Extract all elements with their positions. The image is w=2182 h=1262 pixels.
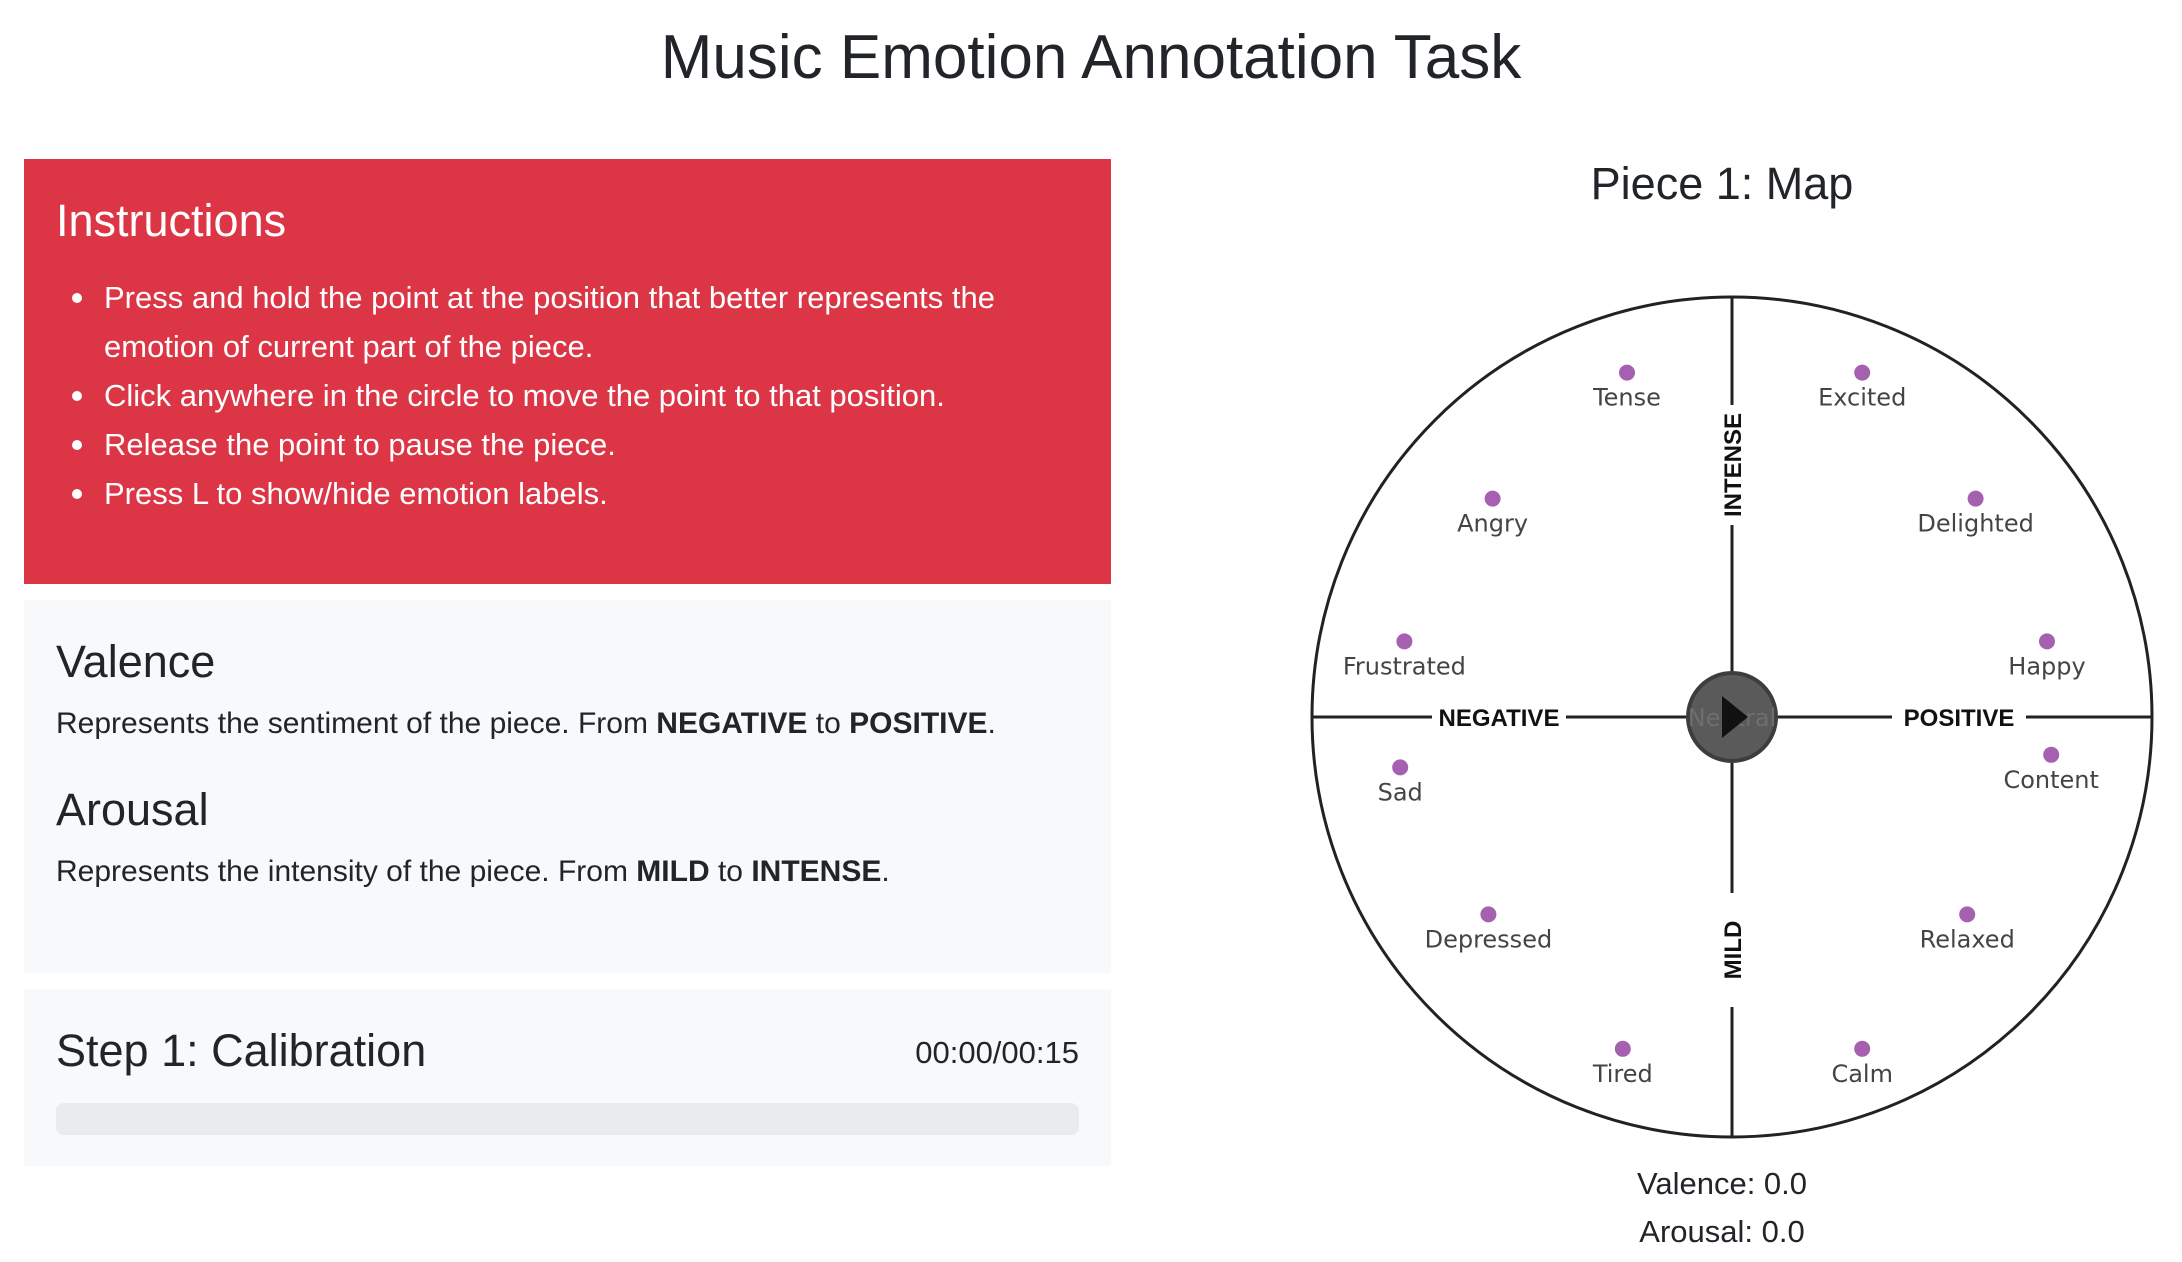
emotion-dot-depressed	[1480, 906, 1497, 923]
arousal-readout: Arousal: 0.0	[1639, 1214, 1805, 1249]
emotion-label-tense: Tense	[1592, 384, 1661, 412]
page-title: Music Emotion Annotation Task	[660, 23, 1522, 92]
emotion-label-sad: Sad	[1378, 778, 1423, 806]
emotion-dot-delighted	[1967, 490, 1984, 507]
emotion-circle-map[interactable]: NEGATIVE POSITIVE INTENSE MILD Tense Exci…	[1290, 275, 2174, 1159]
instructions-list: Press and hold the point at the position…	[56, 273, 1079, 518]
emotion-dot-tired	[1614, 1040, 1631, 1057]
emotion-dot-content	[2043, 746, 2060, 763]
instructions-card: Instructions Press and hold the point at…	[24, 159, 1111, 584]
coordinate-readouts: Valence: 0.0 Arousal: 0.0	[1422, 1160, 2022, 1256]
instruction-item: Click anywhere in the circle to move the…	[72, 371, 1079, 420]
emotion-label-calm: Calm	[1831, 1060, 1893, 1088]
emotion-dot-happy	[2039, 633, 2055, 650]
emotion-dot-calm	[1854, 1040, 1871, 1057]
instructions-title: Instructions	[56, 195, 287, 246]
valence-description: Represents the sentiment of the piece. F…	[56, 707, 996, 740]
play-button[interactable]: Neutral	[1686, 671, 1778, 763]
arousal-description: Represents the intensity of the piece. F…	[56, 855, 890, 888]
emotion-dot-tense	[1619, 364, 1635, 381]
left-column: Instructions Press and hold the point at…	[24, 159, 1111, 1166]
instruction-item: Press and hold the point at the position…	[72, 273, 1079, 371]
emotion-dot-sad	[1392, 759, 1409, 776]
emotion-label-happy: Happy	[2008, 652, 2085, 680]
emotion-dot-frustrated	[1396, 633, 1413, 650]
axis-label-intense: INTENSE	[1720, 413, 1747, 517]
emotion-dot-relaxed	[1959, 906, 1976, 923]
valence-title: Valence	[56, 636, 216, 687]
axis-label-negative: NEGATIVE	[1439, 705, 1560, 732]
axis-label-positive: POSITIVE	[1904, 705, 2015, 732]
emotion-label-depressed: Depressed	[1425, 925, 1553, 953]
emotion-dot-angry	[1484, 490, 1501, 507]
arousal-title: Arousal	[56, 784, 209, 835]
emotion-label-content: Content	[2003, 766, 2098, 794]
instruction-item: Press L to show/hide emotion labels.	[72, 469, 1079, 518]
emotion-label-relaxed: Relaxed	[1920, 925, 2015, 953]
progress-bar	[56, 1103, 1079, 1135]
playback-timer: 00:00/00:15	[915, 1035, 1079, 1070]
dimensions-info-card: Valence Represents the sentiment of the …	[24, 600, 1111, 973]
emotion-label-excited: Excited	[1818, 384, 1906, 412]
instruction-item: Release the point to pause the piece.	[72, 420, 1079, 469]
valence-readout: Valence: 0.0	[1636, 1166, 1808, 1201]
emotion-dot-excited	[1854, 364, 1871, 381]
axis-label-mild: MILD	[1720, 921, 1747, 980]
emotion-label-tired: Tired	[1592, 1060, 1653, 1088]
map-title: Piece 1: Map	[1590, 158, 1854, 209]
step-card: Step 1: Calibration 00:00/00:15	[24, 989, 1111, 1166]
emotion-label-delighted: Delighted	[1917, 510, 2033, 538]
emotion-label-frustrated: Frustrated	[1343, 652, 1466, 680]
emotion-label-angry: Angry	[1457, 510, 1528, 538]
